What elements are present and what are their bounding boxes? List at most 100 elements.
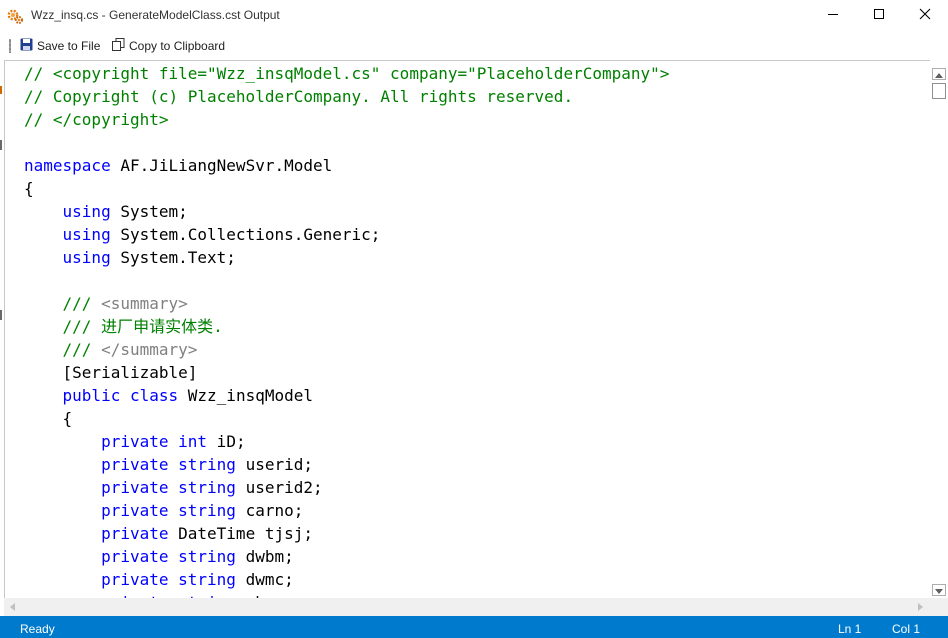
code-token: Wzz_insqModel: [178, 386, 313, 405]
code-token: private: [101, 455, 169, 474]
code-token: private: [101, 524, 169, 543]
close-button[interactable]: [902, 0, 948, 32]
code-line: using System.Text;: [24, 246, 669, 269]
title-bar: Wzz_insq.cs - GenerateModelClass.cst Out…: [0, 0, 948, 32]
arrow-down-icon: [935, 581, 943, 599]
code-line: private DateTime tjsj;: [24, 522, 669, 545]
minimize-icon: [827, 7, 839, 25]
save-to-file-button[interactable]: Save to File: [20, 36, 100, 56]
code-token: iD;: [207, 432, 246, 451]
left-edge-markers: [0, 60, 3, 616]
code-token: string: [178, 570, 236, 589]
code-line: using System;: [24, 200, 669, 223]
gears-icon: [6, 7, 24, 25]
copy-icon: [112, 38, 129, 54]
status-bar: Ready Ln 1 Col 1: [0, 616, 948, 638]
maximize-icon: [873, 7, 885, 25]
vertical-scrollbar[interactable]: [930, 60, 948, 598]
code-line: {: [24, 407, 669, 430]
code-token: string: [178, 501, 236, 520]
code-token: DateTime tjsj;: [168, 524, 313, 543]
code-line: public class Wzz_insqModel: [24, 384, 669, 407]
code-token: dwbm;: [235, 547, 294, 566]
code-token: {: [24, 179, 34, 198]
scroll-right-button[interactable]: [914, 601, 926, 613]
code-token: carno;: [235, 501, 304, 520]
code-token: // Copyright (c) PlaceholderCompany. All…: [24, 87, 574, 106]
code-text[interactable]: // <copyright file="Wzz_insqModel.cs" co…: [24, 62, 669, 599]
code-line: [Serializable]: [24, 361, 669, 384]
code-line: private string carno;: [24, 499, 669, 522]
code-token: /// 进厂申请实体类.: [62, 317, 223, 336]
code-token: private: [101, 432, 169, 451]
vertical-scroll-thumb[interactable]: [932, 83, 946, 99]
code-token: string: [178, 547, 236, 566]
toolbar: Save to File Copy to Clipboard: [0, 32, 948, 60]
copy-to-clipboard-button[interactable]: Copy to Clipboard: [112, 36, 225, 56]
code-token: System;: [110, 202, 188, 221]
maximize-button[interactable]: [856, 0, 902, 32]
arrow-up-icon: [935, 65, 943, 83]
scroll-down-button[interactable]: [932, 584, 946, 596]
copy-to-clipboard-label: Copy to Clipboard: [129, 39, 226, 53]
code-line: private string userid;: [24, 453, 669, 476]
column-indicator: Col 1: [892, 622, 921, 636]
code-token: ///: [62, 294, 102, 313]
code-line: /// <summary>: [24, 292, 669, 315]
code-line: /// </summary>: [24, 338, 669, 361]
code-token: private: [101, 570, 169, 589]
code-line: {: [24, 177, 669, 200]
code-token: {: [24, 409, 73, 428]
code-line: private int iD;: [24, 430, 669, 453]
code-line: private string dwmc;: [24, 568, 669, 591]
code-token: </summary>: [101, 340, 198, 359]
floppy-disk-icon: [20, 38, 37, 54]
code-token: dwmc;: [235, 570, 294, 589]
close-icon: [919, 7, 931, 25]
code-token: ///: [62, 340, 102, 359]
scroll-left-button[interactable]: [6, 601, 18, 613]
arrow-left-icon: [9, 598, 15, 616]
code-token: public: [62, 386, 121, 405]
code-token: private: [101, 478, 169, 497]
code-token: string: [178, 478, 236, 497]
code-line: // <copyright file="Wzz_insqModel.cs" co…: [24, 62, 669, 85]
code-line: using System.Collections.Generic;: [24, 223, 669, 246]
code-line: /// 进厂申请实体类.: [24, 315, 669, 338]
code-token: // <copyright file="Wzz_insqModel.cs" co…: [24, 64, 670, 83]
save-to-file-label: Save to File: [37, 39, 101, 53]
code-token: System.Collections.Generic;: [110, 225, 381, 244]
arrow-right-icon: [917, 598, 923, 616]
toolbar-grip[interactable]: [9, 39, 11, 53]
code-token: <summary>: [101, 294, 188, 313]
horizontal-scrollbar[interactable]: [4, 598, 930, 616]
code-token: using: [62, 202, 111, 221]
code-line: private string userid2;: [24, 476, 669, 499]
scroll-up-button[interactable]: [932, 68, 946, 80]
code-token: private: [101, 501, 169, 520]
minimize-button[interactable]: [810, 0, 856, 32]
code-line: // </copyright>: [24, 108, 669, 131]
code-token: userid;: [235, 455, 313, 474]
code-editor[interactable]: // <copyright file="Wzz_insqModel.cs" co…: [4, 60, 931, 599]
code-token: System.Text;: [110, 248, 236, 267]
scrollbar-corner: [930, 598, 948, 616]
code-line: namespace AF.JiLiangNewSvr.Model: [24, 154, 669, 177]
